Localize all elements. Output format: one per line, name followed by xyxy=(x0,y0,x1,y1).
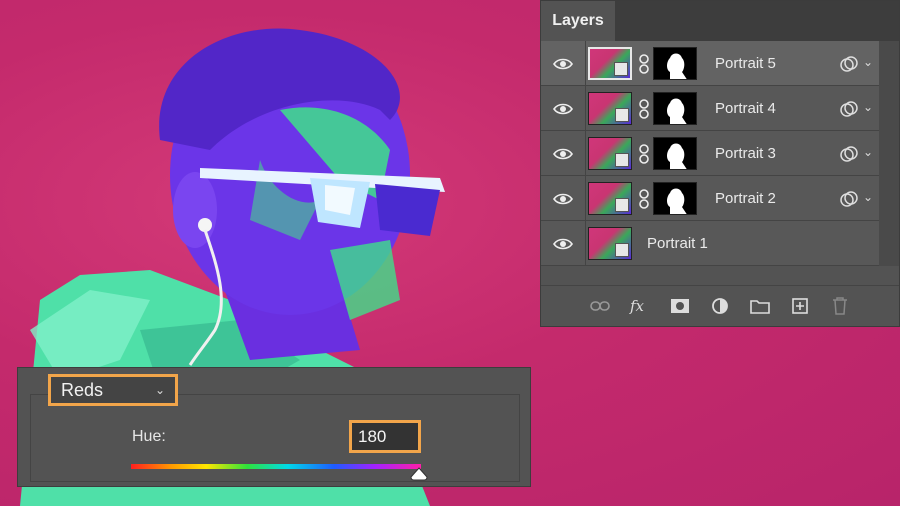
smart-object-icon xyxy=(615,153,629,167)
channel-select-value: Reds xyxy=(61,379,104,400)
visibility-eye-icon[interactable] xyxy=(541,41,586,86)
new-group-icon[interactable] xyxy=(749,295,771,317)
mask-link-icon[interactable] xyxy=(638,54,650,74)
chevron-down-icon[interactable]: ⌄ xyxy=(863,100,873,114)
smart-object-icon xyxy=(614,62,628,76)
mask-link-icon[interactable] xyxy=(638,144,650,164)
visibility-eye-icon[interactable] xyxy=(541,176,586,221)
mask-link-icon[interactable] xyxy=(638,99,650,119)
chevron-down-icon: ⌄ xyxy=(154,383,165,397)
mask-link-icon[interactable] xyxy=(638,189,650,209)
layer-row-portrait-2[interactable]: Portrait 2 ⌄ xyxy=(541,176,879,221)
layer-effects-icon[interactable] xyxy=(839,55,859,73)
visibility-eye-icon[interactable] xyxy=(541,221,586,266)
tab-bar xyxy=(615,1,899,41)
channel-select[interactable]: Reds ⌄ xyxy=(48,374,178,406)
chevron-down-icon[interactable]: ⌄ xyxy=(863,190,873,204)
layer-name[interactable]: Portrait 3 xyxy=(715,131,776,176)
chevron-down-icon[interactable]: ⌄ xyxy=(863,55,873,69)
layers-tab[interactable]: Layers xyxy=(541,1,615,41)
visibility-eye-icon[interactable] xyxy=(541,131,586,176)
layer-mask-thumbnail[interactable] xyxy=(653,137,697,170)
layers-footer-toolbar: fx xyxy=(541,285,899,326)
hue-slider-thumb[interactable] xyxy=(410,467,428,481)
smart-object-icon xyxy=(615,198,629,212)
layer-list: Portrait 5 ⌄ Portrait 4 ⌄ Portrait 3 ⌄ P… xyxy=(541,41,879,266)
hue-saturation-panel: Reds ⌄ Hue: 180 xyxy=(17,367,531,487)
layer-mask-thumbnail[interactable] xyxy=(653,92,697,125)
layer-row-portrait-1[interactable]: Portrait 1 xyxy=(541,221,879,266)
layer-effects-icon[interactable] xyxy=(839,100,859,118)
layer-thumbnail[interactable] xyxy=(588,47,632,80)
layer-thumbnail[interactable] xyxy=(588,137,632,170)
layer-name[interactable]: Portrait 1 xyxy=(647,221,708,266)
hue-slider-track[interactable] xyxy=(131,464,421,469)
layers-panel: Layers Portrait 5 ⌄ Portrait 4 ⌄ Portrai… xyxy=(540,0,900,327)
hue-value-input[interactable]: 180 xyxy=(349,420,421,453)
layer-mask-thumbnail[interactable] xyxy=(653,47,697,80)
delete-icon[interactable] xyxy=(829,295,851,317)
link-layers-icon[interactable] xyxy=(589,295,611,317)
layer-row-portrait-4[interactable]: Portrait 4 ⌄ xyxy=(541,86,879,131)
visibility-eye-icon[interactable] xyxy=(541,86,586,131)
smart-object-icon xyxy=(615,243,629,257)
layer-thumbnail[interactable] xyxy=(588,227,632,260)
layer-row-portrait-5[interactable]: Portrait 5 ⌄ xyxy=(541,41,879,86)
add-mask-icon[interactable] xyxy=(669,295,691,317)
chevron-down-icon[interactable]: ⌄ xyxy=(863,145,873,159)
layer-name[interactable]: Portrait 5 xyxy=(715,41,776,86)
layer-thumbnail[interactable] xyxy=(588,92,632,125)
layer-effects-icon[interactable] xyxy=(839,190,859,208)
layer-row-portrait-3[interactable]: Portrait 3 ⌄ xyxy=(541,131,879,176)
new-layer-icon[interactable] xyxy=(789,295,811,317)
layer-mask-thumbnail[interactable] xyxy=(653,182,697,215)
smart-object-icon xyxy=(615,108,629,122)
layer-name[interactable]: Portrait 4 xyxy=(715,86,776,131)
layer-effects-icon[interactable] xyxy=(839,145,859,163)
hue-label: Hue: xyxy=(132,428,166,445)
layers-scrollbar[interactable] xyxy=(879,41,899,266)
layer-name[interactable]: Portrait 2 xyxy=(715,176,776,221)
layer-thumbnail[interactable] xyxy=(588,182,632,215)
adjustment-layer-icon[interactable] xyxy=(709,295,731,317)
fx-icon[interactable]: fx xyxy=(629,295,651,317)
svg-text:fx: fx xyxy=(629,297,645,315)
